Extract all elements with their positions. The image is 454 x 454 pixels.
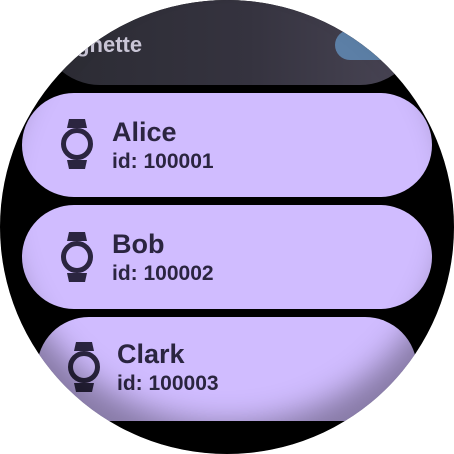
device-id: id: 100001	[112, 150, 214, 173]
device-name: Bob	[112, 229, 165, 259]
device-id: id: 100002	[112, 262, 214, 285]
device-chip-bob[interactable]: Bob id: 100002	[22, 205, 432, 309]
vignette-setting-card[interactable]: ignette	[40, 0, 420, 85]
watch-icon	[61, 119, 93, 169]
device-id: id: 100003	[117, 372, 219, 395]
device-name: Alice	[112, 117, 177, 147]
device-chip-alice[interactable]: Alice id: 100001	[22, 93, 432, 197]
device-name: Clark	[117, 339, 185, 369]
device-chip-clark[interactable]: Clark id: 100003	[37, 317, 417, 421]
vignette-label: ignette	[70, 32, 143, 57]
watch-screen: ignette Alice id: 100001 Bob id: 100002 …	[0, 0, 454, 454]
vignette-toggle[interactable]	[335, 30, 395, 60]
watch-icon	[61, 232, 93, 282]
watch-icon	[68, 342, 100, 392]
